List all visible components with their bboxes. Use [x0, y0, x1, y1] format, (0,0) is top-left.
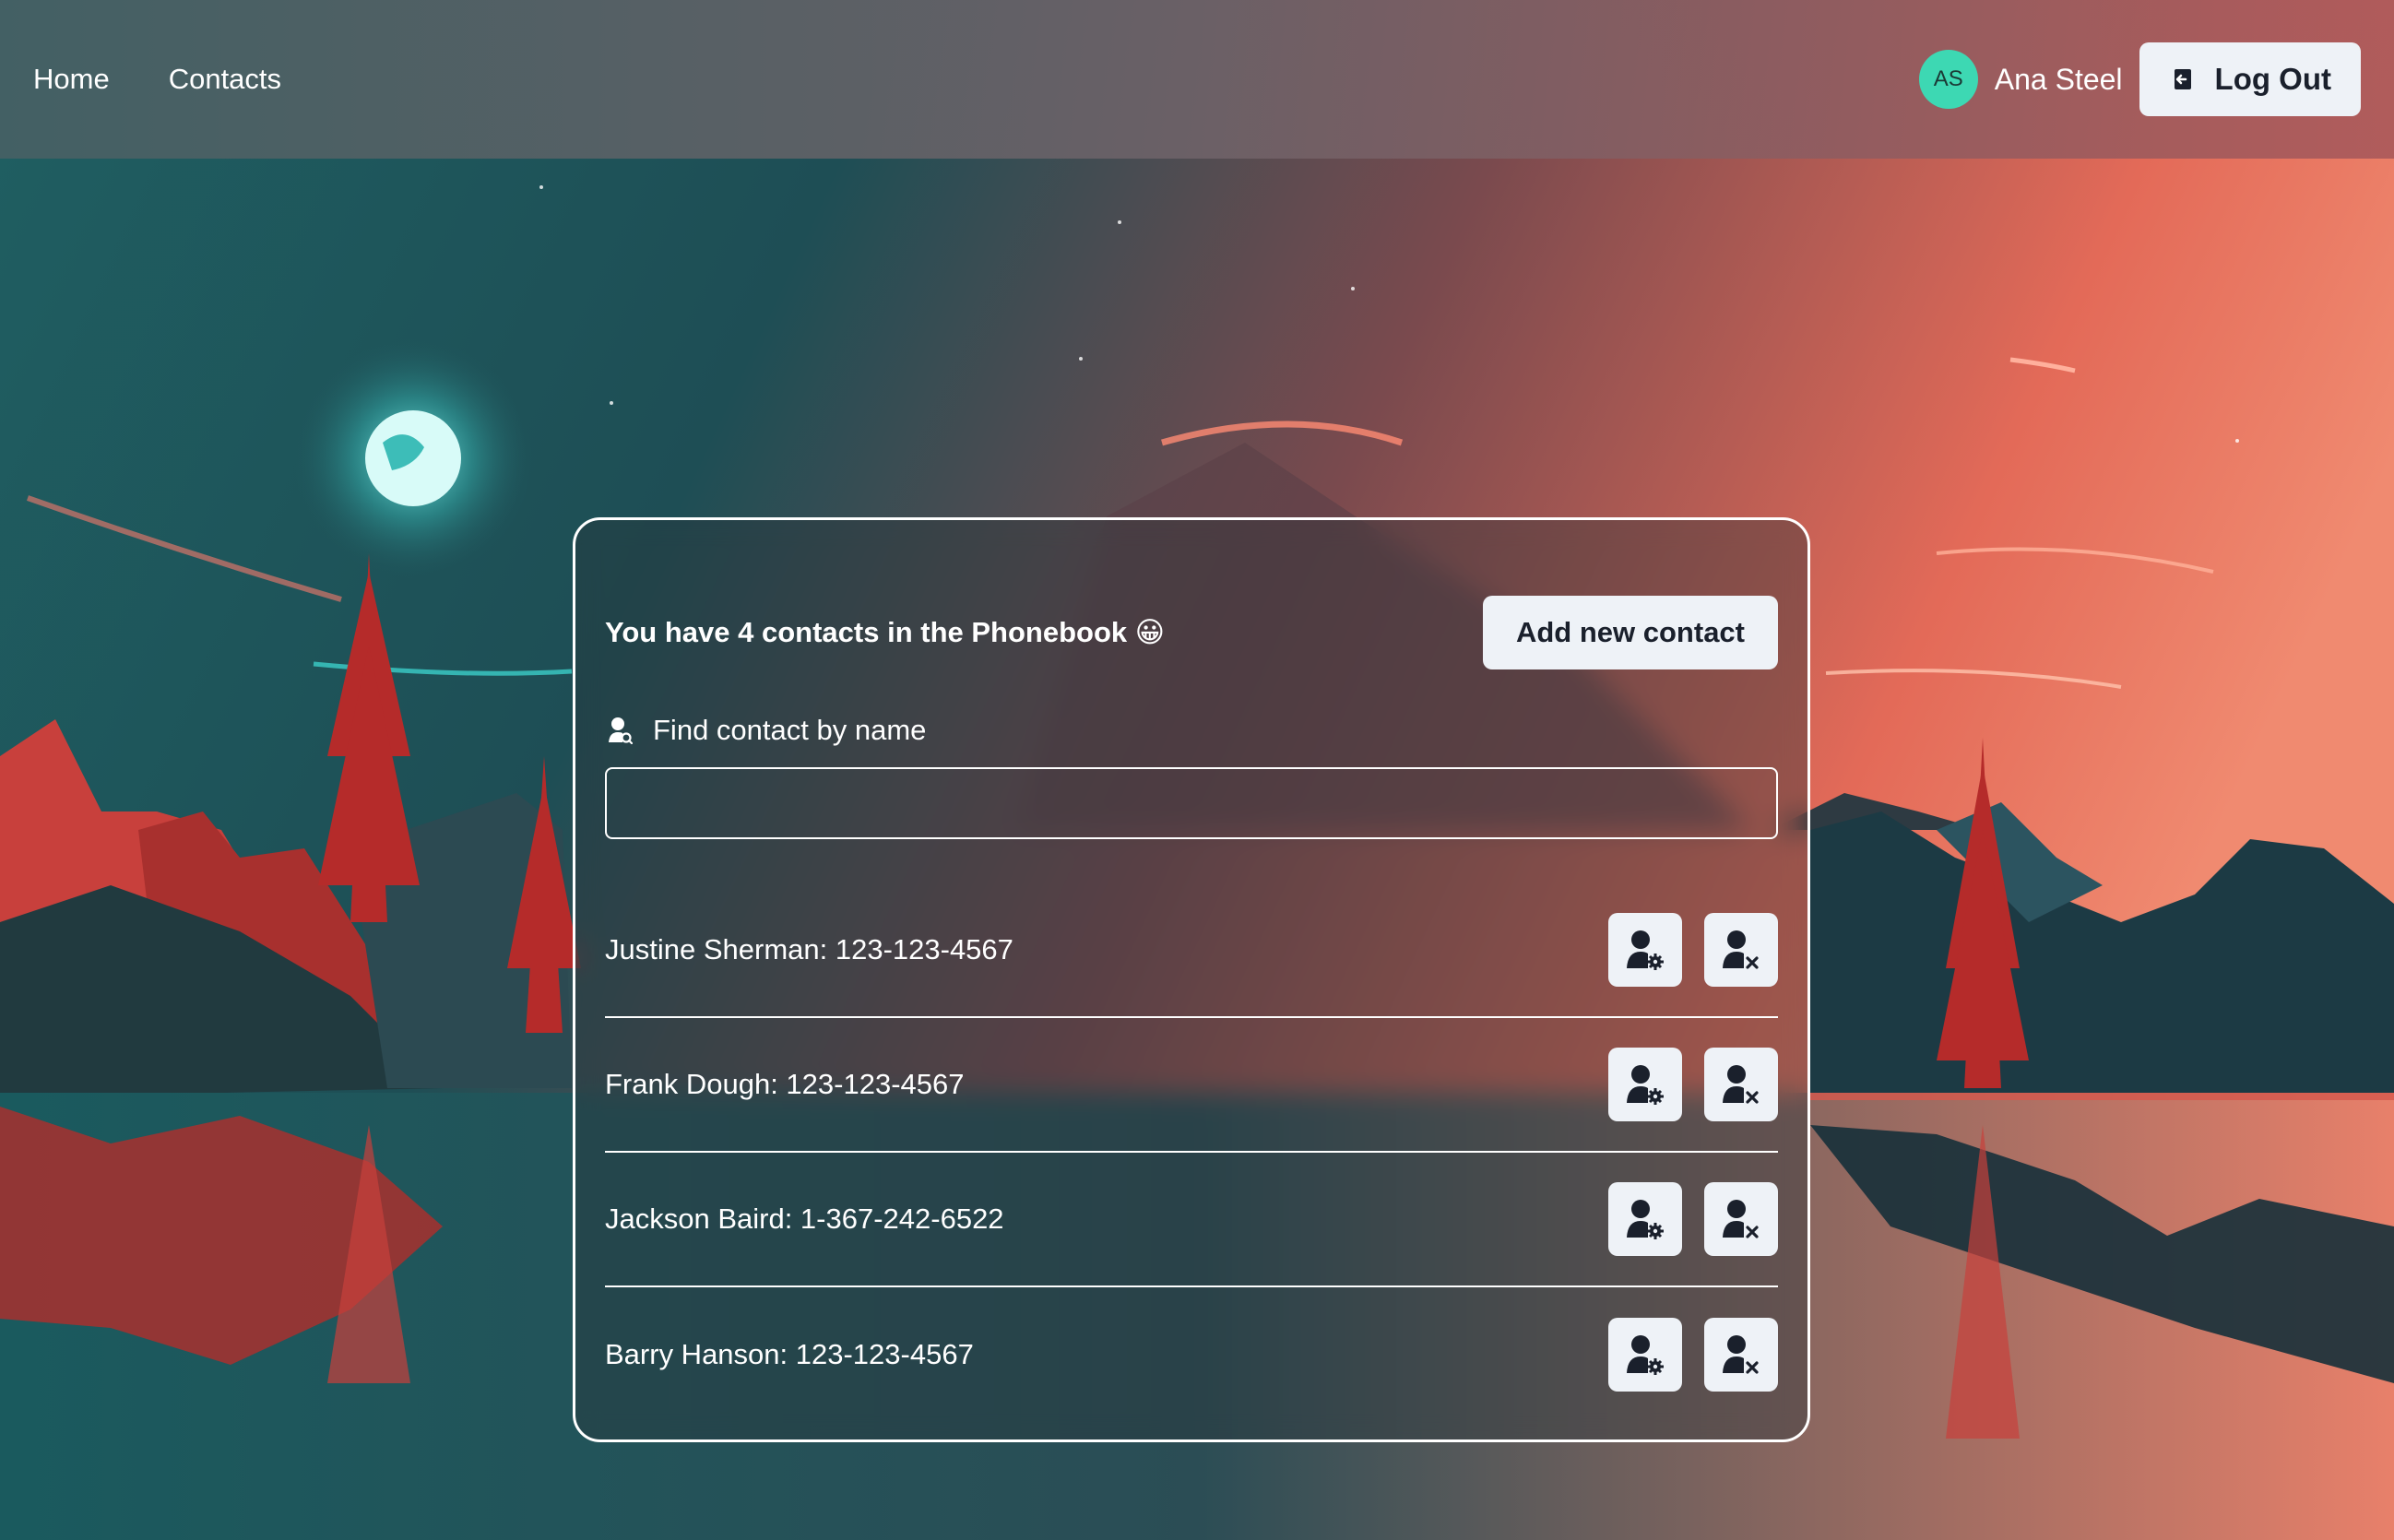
- contact-entry: Barry Hanson: 123-123-4567: [605, 1338, 974, 1370]
- user-remove-icon: [1723, 930, 1759, 969]
- edit-contact-button[interactable]: [1608, 913, 1682, 987]
- contact-entry: Jackson Baird: 1-367-242-6522: [605, 1202, 1004, 1235]
- search-input[interactable]: [605, 767, 1778, 839]
- contact-actions: [1586, 1048, 1778, 1121]
- edit-contact-button[interactable]: [1608, 1048, 1682, 1121]
- user-search-icon: [609, 717, 633, 744]
- user-menu: AS Ana Steel Log Out: [1918, 42, 2361, 116]
- user-gear-icon: [1627, 1200, 1664, 1239]
- edit-contact-button[interactable]: [1608, 1318, 1682, 1392]
- delete-contact-button[interactable]: [1704, 1318, 1778, 1392]
- user-name: Ana Steel: [1994, 62, 2123, 96]
- logout-icon: [2174, 69, 2191, 89]
- nav-link-home[interactable]: Home: [33, 63, 110, 96]
- contact-entry: Frank Dough: 123-123-4567: [605, 1068, 965, 1100]
- contact-actions: [1586, 1318, 1778, 1392]
- avatar: AS: [1918, 50, 1978, 109]
- phonebook-header: You have 4 contacts in the Phonebook 😀 A…: [605, 596, 1778, 669]
- phonebook-card: You have 4 contacts in the Phonebook 😀 A…: [573, 517, 1810, 1442]
- add-contact-button[interactable]: Add new contact: [1483, 596, 1778, 669]
- delete-contact-button[interactable]: [1704, 1048, 1778, 1121]
- contacts-count-title: You have 4 contacts in the Phonebook 😀: [605, 616, 1166, 648]
- contact-list: Justine Sherman: 123-123-4567 Frank Doug…: [605, 883, 1778, 1422]
- contact-entry: Justine Sherman: 123-123-4567: [605, 933, 1013, 965]
- list-item: Barry Hanson: 123-123-4567: [605, 1287, 1778, 1422]
- list-item: Jackson Baird: 1-367-242-6522: [605, 1153, 1778, 1287]
- search-label-row: Find contact by name: [605, 714, 1778, 747]
- user-remove-icon: [1723, 1065, 1759, 1104]
- user-gear-icon: [1627, 1065, 1664, 1105]
- contact-actions: [1586, 913, 1778, 987]
- logout-button-label: Log Out: [2214, 62, 2331, 96]
- list-item: Justine Sherman: 123-123-4567: [605, 883, 1778, 1018]
- user-remove-icon: [1723, 1200, 1759, 1238]
- delete-contact-button[interactable]: [1704, 1182, 1778, 1256]
- nav-link-contacts[interactable]: Contacts: [169, 63, 281, 96]
- user-gear-icon: [1627, 1335, 1664, 1375]
- search-label: Find contact by name: [653, 714, 927, 746]
- delete-contact-button[interactable]: [1704, 913, 1778, 987]
- contact-actions: [1586, 1182, 1778, 1256]
- user-gear-icon: [1627, 930, 1664, 970]
- user-remove-icon: [1723, 1335, 1759, 1374]
- logout-button[interactable]: Log Out: [2139, 42, 2361, 116]
- list-item: Frank Dough: 123-123-4567: [605, 1018, 1778, 1153]
- edit-contact-button[interactable]: [1608, 1182, 1682, 1256]
- top-navigation-bar: Home Contacts AS Ana Steel Log Out: [0, 0, 2394, 159]
